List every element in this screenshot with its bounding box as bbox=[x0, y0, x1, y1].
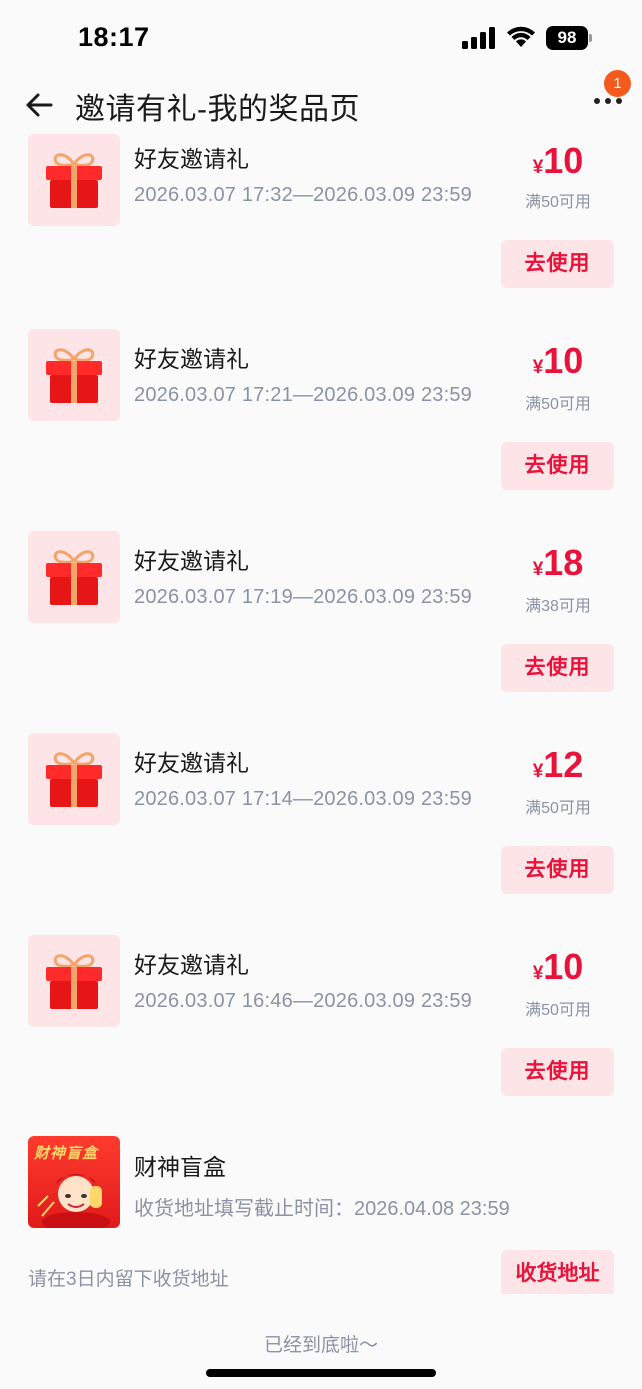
use-coupon-button[interactable]: 去使用 bbox=[501, 1048, 614, 1096]
address-deadline: 收货地址填写截止时间：2026.04.08 23:59 bbox=[134, 1198, 510, 1220]
battery-level: 98 bbox=[546, 26, 588, 50]
coupon-amount: ¥18 bbox=[532, 542, 584, 583]
coupon-condition: 满50可用 bbox=[525, 800, 591, 817]
shipping-address-button[interactable]: 收货地址 bbox=[501, 1250, 614, 1294]
use-coupon-button[interactable]: 去使用 bbox=[501, 240, 614, 288]
blindbox-thumbnail: 财神盲盒 bbox=[28, 1136, 120, 1228]
prize-list[interactable]: 好友邀请礼 2026.03.07 17:32—2026.03.09 23:59 … bbox=[0, 134, 642, 1294]
nav-bar: 邀请有礼-我的奖品页 1 bbox=[0, 70, 642, 134]
gift-box-icon bbox=[46, 153, 102, 208]
coupon-validity: 2026.03.07 17:14—2026.03.09 23:59 bbox=[134, 788, 473, 810]
coupon-thumbnail bbox=[28, 935, 120, 1027]
cellular-signal-icon bbox=[462, 27, 495, 49]
gift-box-icon bbox=[46, 550, 102, 605]
status-time: 18:17 bbox=[78, 22, 150, 52]
coupon-item: 好友邀请礼 2026.03.07 17:14—2026.03.09 23:59 … bbox=[0, 710, 642, 894]
coupon-title: 好友邀请礼 bbox=[134, 346, 249, 372]
wifi-icon bbox=[507, 26, 535, 47]
gift-box-icon bbox=[46, 752, 102, 807]
coupon-thumbnail bbox=[28, 329, 120, 421]
coupon-validity: 2026.03.07 17:19—2026.03.09 23:59 bbox=[134, 586, 473, 608]
home-indicator[interactable] bbox=[206, 1369, 436, 1377]
address-hint: 请在3日内留下收货地址 bbox=[28, 1269, 229, 1290]
gift-box-icon bbox=[46, 348, 102, 403]
use-coupon-button[interactable]: 去使用 bbox=[501, 442, 614, 490]
more-options-icon[interactable] bbox=[594, 98, 624, 108]
coupon-title: 好友邀请礼 bbox=[134, 750, 249, 776]
coupon-condition: 满38可用 bbox=[525, 598, 591, 615]
coupon-item: 好友邀请礼 2026.03.07 17:19—2026.03.09 23:59 … bbox=[0, 508, 642, 692]
coupon-validity: 2026.03.07 16:46—2026.03.09 23:59 bbox=[134, 990, 473, 1012]
coupon-thumbnail bbox=[28, 733, 120, 825]
use-coupon-button[interactable]: 去使用 bbox=[501, 644, 614, 692]
coupon-title: 好友邀请礼 bbox=[134, 952, 249, 978]
coupon-title: 好友邀请礼 bbox=[134, 146, 249, 172]
notification-badge: 1 bbox=[604, 70, 631, 97]
blindbox-item: 财神盲盒 财神盲盒 收货地址填写截止时间：2026.04.08 23:59 请在… bbox=[0, 1136, 642, 1294]
status-bar: 18:17 98 bbox=[0, 0, 642, 76]
coupon-item: 好友邀请礼 2026.03.07 17:21—2026.03.09 23:59 … bbox=[0, 306, 642, 490]
coupon-item: 好友邀请礼 2026.03.07 17:32—2026.03.09 23:59 … bbox=[0, 134, 642, 288]
coupon-condition: 满50可用 bbox=[525, 1002, 591, 1019]
battery-cap bbox=[589, 34, 592, 42]
coupon-amount: ¥10 bbox=[532, 140, 584, 181]
coupon-validity: 2026.03.07 17:32—2026.03.09 23:59 bbox=[134, 184, 473, 206]
page-title: 邀请有礼-我的奖品页 bbox=[75, 93, 360, 126]
gift-box-icon bbox=[46, 954, 102, 1009]
end-of-list-text: 已经到底啦～ bbox=[263, 1335, 378, 1356]
fortune-god-illustration bbox=[37, 1174, 110, 1228]
coupon-thumbnail bbox=[28, 531, 120, 623]
coupon-validity: 2026.03.07 17:21—2026.03.09 23:59 bbox=[134, 384, 473, 406]
blindbox-title: 财神盲盒 bbox=[134, 1154, 226, 1180]
use-coupon-button[interactable]: 去使用 bbox=[501, 846, 614, 894]
coupon-condition: 满50可用 bbox=[525, 396, 591, 413]
coupon-condition: 满50可用 bbox=[525, 194, 591, 211]
coupon-amount: ¥10 bbox=[532, 340, 584, 381]
battery-icon: 98 bbox=[546, 26, 592, 50]
coupon-title: 好友邀请礼 bbox=[134, 548, 249, 574]
back-arrow-icon[interactable] bbox=[24, 90, 54, 120]
coupon-amount: ¥12 bbox=[532, 744, 584, 785]
coupon-item: 好友邀请礼 2026.03.07 16:46—2026.03.09 23:59 … bbox=[0, 912, 642, 1096]
coupon-thumbnail bbox=[28, 134, 120, 226]
coupon-amount: ¥10 bbox=[532, 946, 584, 987]
